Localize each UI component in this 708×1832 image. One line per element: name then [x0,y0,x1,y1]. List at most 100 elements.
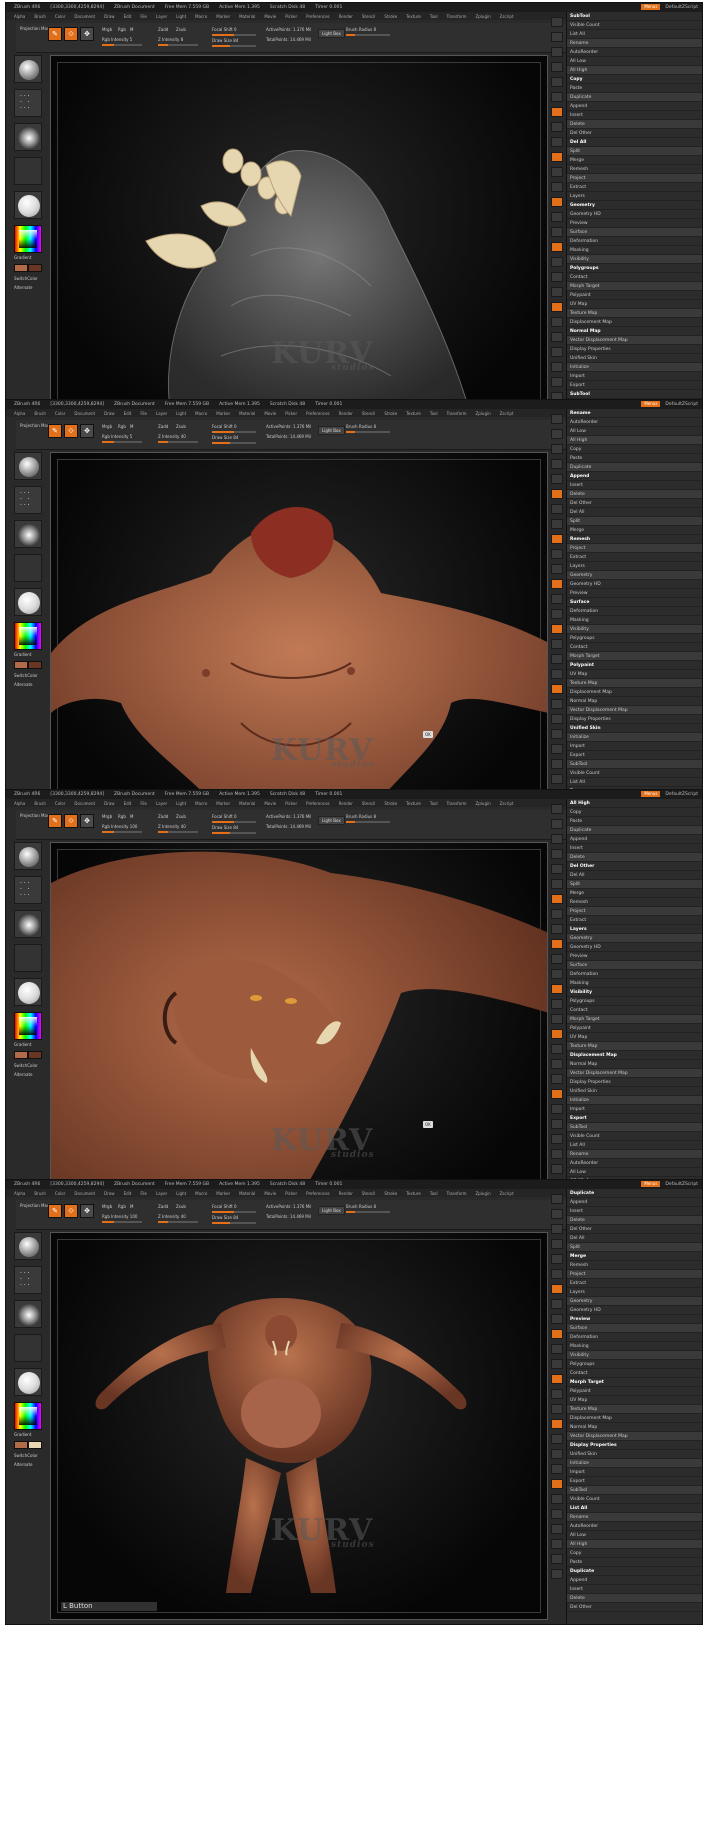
right-shelf-button[interactable] [551,332,563,342]
brush-selector-icon[interactable] [14,55,42,83]
menu-light[interactable]: Light [176,801,186,806]
rgb-intensity-slider[interactable]: Rgb Intensity 5 [102,434,132,439]
tray-row[interactable]: Normal Map [567,1423,702,1432]
right-shelf-button[interactable] [551,909,563,919]
script-name[interactable]: DefaultZScript [665,1182,698,1187]
canvas-viewport[interactable]: KURV studios [50,55,548,443]
right-shelf-button[interactable] [551,1029,563,1039]
menu-file[interactable]: File [140,1191,147,1196]
tray-row[interactable]: Visibility [567,1351,702,1360]
menu-color[interactable]: Color [55,14,65,19]
right-shelf-button[interactable] [551,107,563,117]
tray-row[interactable]: Append [567,1576,702,1585]
menu-stroke[interactable]: Stroke [384,14,397,19]
tray-row[interactable]: Delete [567,490,702,499]
right-shelf-button[interactable] [551,32,563,42]
tray-row[interactable]: Duplicate [567,93,702,102]
menu-macro[interactable]: Macro [195,411,207,416]
main-color-swatch[interactable] [14,661,28,669]
tray-row[interactable]: All High [567,66,702,75]
menu-brush[interactable]: Brush [34,801,46,806]
menu-stroke[interactable]: Stroke [384,801,397,806]
mrgb-toggle[interactable]: Mrgb [102,1204,112,1209]
tray-row[interactable]: Display Properties [567,345,702,354]
right-shelf-button[interactable] [551,984,563,994]
right-shelf-button[interactable] [551,62,563,72]
tray-row[interactable]: Export [567,381,702,390]
tray-row[interactable]: Split [567,147,702,156]
tray-row[interactable]: All High [567,1540,702,1549]
z-intensity-slider[interactable]: Z Intensity 40 [158,1214,186,1219]
tray-row[interactable]: Del All [567,871,702,880]
canvas-viewport[interactable]: KURV studios L Button [50,1232,548,1620]
tray-row[interactable]: Del Other [567,1603,702,1612]
tray-row[interactable]: Contact [567,1006,702,1015]
menu-zplugin[interactable]: Zplugin [476,14,491,19]
secondary-color-swatch[interactable] [28,1051,42,1059]
menu-texture[interactable]: Texture [406,801,421,806]
right-shelf-button[interactable] [551,714,563,724]
tray-row[interactable]: Insert [567,1585,702,1594]
menu-picker[interactable]: Picker [285,801,297,806]
menu-stroke[interactable]: Stroke [384,1191,397,1196]
tray-row[interactable]: Layers [567,1288,702,1297]
right-shelf-button[interactable] [551,1569,563,1579]
right-shelf-button[interactable] [551,1254,563,1264]
menu-marker[interactable]: Marker [216,801,230,806]
right-shelf-button[interactable] [551,654,563,664]
tray-row[interactable]: Extract [567,183,702,192]
material-selector-icon[interactable] [14,978,42,1006]
menu-tool[interactable]: Tool [430,801,438,806]
tray-row[interactable]: Geometry [567,571,702,580]
rgb-toggle[interactable]: Rgb [118,1204,126,1209]
right-shelf-button[interactable] [551,519,563,529]
tray-row[interactable]: Visibility [567,988,702,997]
tray-row[interactable]: Morph Target [567,1378,702,1387]
menu-document[interactable]: Document [74,1191,95,1196]
tray-row[interactable]: Vector Displacement Map [567,1432,702,1441]
sculpt-model[interactable] [51,56,548,443]
tray-row[interactable]: Displacement Map [567,1414,702,1423]
tray-row[interactable]: Deformation [567,1333,702,1342]
right-shelf-button[interactable] [551,167,563,177]
right-shelf-button[interactable] [551,534,563,544]
tray-row[interactable]: Preview [567,589,702,598]
tray-row[interactable]: AutoReorder [567,48,702,57]
right-shelf-button[interactable] [551,1524,563,1534]
menu-document[interactable]: Document [74,411,95,416]
tray-row[interactable]: Geometry [567,1297,702,1306]
tray-row[interactable]: Layers [567,192,702,201]
right-shelf-button[interactable] [551,684,563,694]
menu-light[interactable]: Light [176,14,186,19]
right-shelf-button[interactable] [551,609,563,619]
right-shelf-button[interactable] [551,182,563,192]
right-shelf-button[interactable] [551,1299,563,1309]
menu-layer[interactable]: Layer [156,411,167,416]
tray-row[interactable]: Initialize [567,1459,702,1468]
tray-row[interactable]: Normal Map [567,697,702,706]
material-selector-icon[interactable] [14,588,42,616]
switch-color-button[interactable]: SwitchColor [14,1063,46,1068]
menu-render[interactable]: Render [339,411,353,416]
menu-transform[interactable]: Transform [447,411,467,416]
brush-selector-icon[interactable] [14,1232,42,1260]
texture-selector-icon[interactable] [14,157,42,185]
tray-row[interactable]: Deformation [567,237,702,246]
menu-draw[interactable]: Draw [104,411,114,416]
z-intensity-track[interactable] [158,441,198,443]
tray-row[interactable]: Export [567,751,702,760]
tray-row[interactable]: Project [567,544,702,553]
menu-marker[interactable]: Marker [216,14,230,19]
right-shelf-button[interactable] [551,1314,563,1324]
brush-radius-slider[interactable]: Brush Radius 8 [346,1204,376,1209]
material-selector-icon[interactable] [14,1368,42,1396]
tray-row[interactable]: Geometry [567,201,702,210]
rgb-intensity-track[interactable] [102,441,142,443]
switch-color-button[interactable]: SwitchColor [14,673,46,678]
right-shelf-button[interactable] [551,122,563,132]
tray-row[interactable]: Merge [567,889,702,898]
tray-row[interactable]: Del Other [567,129,702,138]
right-shelf-button[interactable] [551,77,563,87]
right-shelf-button[interactable] [551,1089,563,1099]
rgb-intensity-slider[interactable]: Rgb Intensity 100 [102,824,137,829]
